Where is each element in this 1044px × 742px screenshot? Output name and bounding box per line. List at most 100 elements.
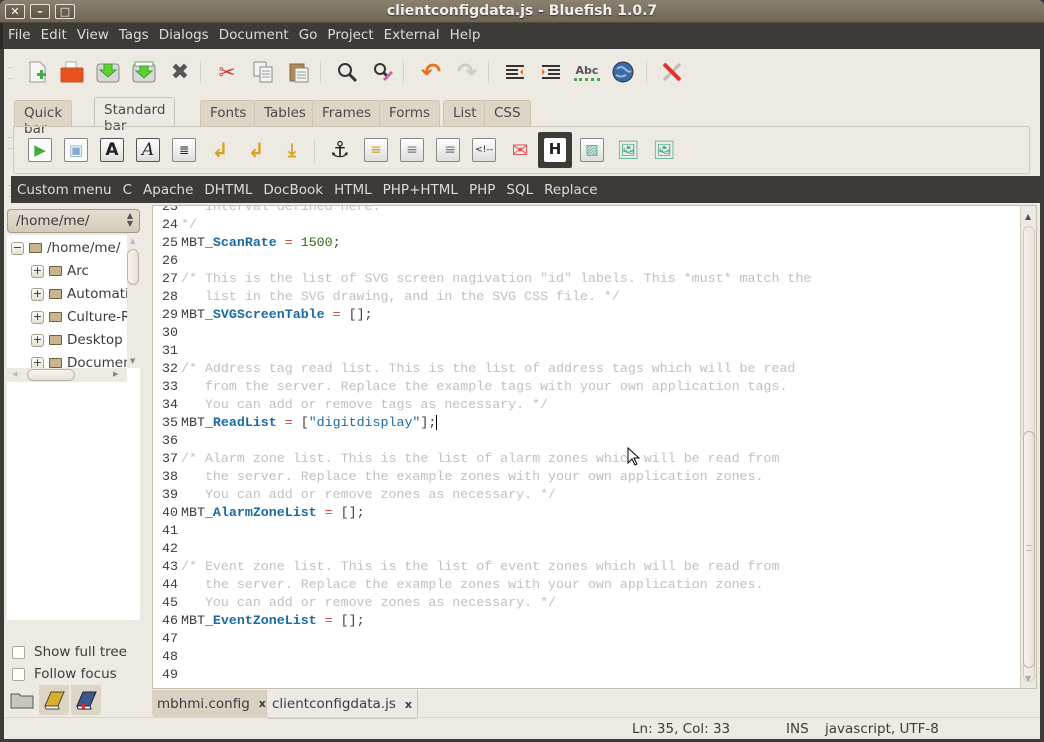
tree-item[interactable]: + Desktop (31, 329, 123, 351)
scroll-right-icon[interactable]: ▶ (113, 370, 118, 378)
scroll-down-icon[interactable]: ▼ (130, 357, 135, 365)
tab-fonts[interactable]: Fonts (200, 100, 257, 126)
scroll-up-icon[interactable]: ▲ (1025, 212, 1031, 221)
doc-tab-clientconfigdata[interactable]: clientconfigdata.js x (266, 690, 418, 719)
code-line[interactable]: 26 (153, 252, 181, 270)
code-line[interactable]: 31 (153, 342, 181, 360)
scroll-left-icon[interactable]: ◀ (12, 370, 17, 378)
show-full-tree-checkbox[interactable]: Show full tree (12, 644, 127, 660)
preferences-icon[interactable] (659, 59, 685, 85)
tab-quick-bar[interactable]: Quick bar (14, 100, 73, 137)
tab-frames[interactable]: Frames (312, 100, 382, 126)
code-line[interactable]: 28 list in the SVG drawing, and in the S… (153, 288, 620, 306)
expand-icon[interactable]: + (31, 310, 44, 324)
code-line[interactable]: 45 You can add or remove zones as necess… (153, 594, 556, 612)
checkbox-box[interactable] (12, 645, 25, 659)
save-icon[interactable] (95, 59, 121, 85)
expand-icon[interactable]: + (31, 333, 44, 347)
menu-edit[interactable]: Edit (36, 23, 72, 43)
body-icon[interactable]: ▣ (64, 138, 88, 162)
code-line[interactable]: 38 the server. Replace the example zones… (153, 468, 764, 486)
code-line[interactable]: 36 (153, 432, 181, 450)
menu-project[interactable]: Project (322, 23, 378, 43)
scroll-up-icon[interactable]: ▲ (130, 237, 135, 245)
code-line[interactable]: 29 MBT_SVGScreenTable = []; (153, 306, 373, 324)
code-line[interactable]: 34 You can add or remove tags as necessa… (153, 396, 548, 414)
menu-tags[interactable]: Tags (114, 23, 154, 43)
tree-item[interactable]: + Arc (31, 260, 89, 282)
tab-list[interactable]: List (443, 100, 487, 126)
custom-menu-replace[interactable]: Replace (538, 176, 602, 198)
tab-forms[interactable]: Forms (379, 100, 441, 126)
multi-thumbnail-icon[interactable]: 🖼 (652, 138, 676, 162)
code-line[interactable]: 27/* This is the list of SVG screen nagi… (153, 270, 811, 288)
code-line[interactable]: 33 from the server. Replace the example … (153, 378, 787, 396)
custom-menu[interactable]: Custom menu (11, 176, 117, 198)
open-file-icon[interactable] (59, 59, 85, 85)
code-line[interactable]: 30 (153, 324, 181, 342)
code-line[interactable]: 24 */ (153, 216, 197, 234)
custom-menu-docbook[interactable]: DocBook (257, 176, 328, 198)
expand-icon[interactable]: + (31, 264, 44, 278)
menu-external[interactable]: External (379, 23, 445, 43)
close-tab-icon[interactable]: x (259, 697, 266, 710)
preview-browser-icon[interactable] (610, 59, 636, 85)
code-line[interactable]: 32/* Address tag read list. This is the … (153, 360, 795, 378)
code-line[interactable]: 35 MBT_ReadList = ["digitdisplay"]; (153, 414, 438, 432)
undo-icon[interactable]: ↶ (418, 58, 444, 86)
custom-menu-php-html[interactable]: PHP+HTML (377, 176, 463, 198)
replace-icon[interactable] (370, 59, 396, 85)
anchor-icon[interactable]: ⚓ (328, 138, 352, 163)
quickstart-icon[interactable]: ▶ (28, 138, 52, 162)
menu-go[interactable]: Go (294, 23, 323, 43)
tree-scroll-thumb[interactable] (127, 249, 139, 285)
code-line[interactable]: 46 MBT_EventZoneList = []; (153, 612, 365, 630)
close-tab-icon[interactable]: x (405, 698, 412, 711)
code-line[interactable]: 39 You can add or remove zones as necess… (153, 486, 556, 504)
code-line[interactable]: 40 MBT_AlarmZoneList = []; (153, 504, 365, 522)
follow-focus-checkbox[interactable]: Follow focus (12, 666, 117, 682)
insert-mode[interactable]: INS (786, 721, 809, 737)
menu-dialogs[interactable]: Dialogs (154, 23, 214, 43)
paragraph-icon[interactable]: ≣ (172, 138, 196, 162)
break-clear-all-icon[interactable]: ↲ (244, 138, 268, 162)
menu-file[interactable]: File (3, 23, 36, 43)
code-line[interactable]: 47 (153, 630, 181, 648)
code-line[interactable]: 42 (153, 540, 181, 558)
custom-menu-dhtml[interactable]: DHTML (198, 176, 257, 198)
bold-icon[interactable]: A (100, 138, 124, 162)
code-line[interactable]: 37/* Alarm zone list. This is the list o… (153, 450, 779, 468)
menu-view[interactable]: View (72, 23, 114, 43)
cut-icon[interactable]: ✂ (214, 59, 240, 85)
tab-tables[interactable]: Tables (254, 100, 316, 126)
code-line[interactable]: 23 interval defined here. (153, 206, 381, 216)
doc-tab-mbhmi-config[interactable]: mbhmi.config x (152, 690, 271, 717)
save-as-icon[interactable] (131, 59, 157, 85)
tab-standard-bar[interactable]: Standard bar (94, 97, 176, 134)
redo-icon[interactable]: ↷ (454, 58, 480, 86)
editor-vertical-scrollbar[interactable]: ▲ ▼ (1020, 206, 1036, 688)
code-line[interactable]: 48 (153, 648, 181, 666)
nbsp-icon[interactable]: ⤓ (280, 138, 304, 162)
heading-button[interactable]: H (538, 132, 572, 168)
collapse-icon[interactable]: − (11, 241, 24, 255)
menu-document[interactable]: Document (214, 23, 294, 43)
close-file-icon[interactable]: ✖ (167, 59, 193, 85)
sidebar-tab-filebrowser[interactable] (7, 685, 37, 715)
center-icon[interactable]: ≡ (400, 138, 424, 162)
toolbar-grip[interactable] (8, 67, 12, 79)
code-line[interactable]: 25 MBT_ScanRate = 1500; (153, 234, 341, 252)
sidebar-tab-functions[interactable] (39, 685, 69, 715)
break-icon[interactable]: ↲ (208, 138, 232, 162)
insert-thumbnail-icon[interactable]: 🖼 (616, 138, 640, 162)
code-line[interactable]: 43/* Event zone list. This is the list o… (153, 558, 779, 576)
find-icon[interactable] (334, 59, 360, 85)
copy-icon[interactable] (250, 59, 276, 85)
spell-check-icon[interactable]: Abc (574, 63, 600, 81)
custom-menu-apache[interactable]: Apache (137, 176, 198, 198)
code-line[interactable]: 49 (153, 666, 181, 684)
expand-icon[interactable]: + (31, 287, 44, 301)
editor-scroll-thumb[interactable] (1023, 431, 1035, 668)
new-file-icon[interactable] (24, 59, 50, 85)
tab-css[interactable]: CSS (484, 100, 531, 126)
